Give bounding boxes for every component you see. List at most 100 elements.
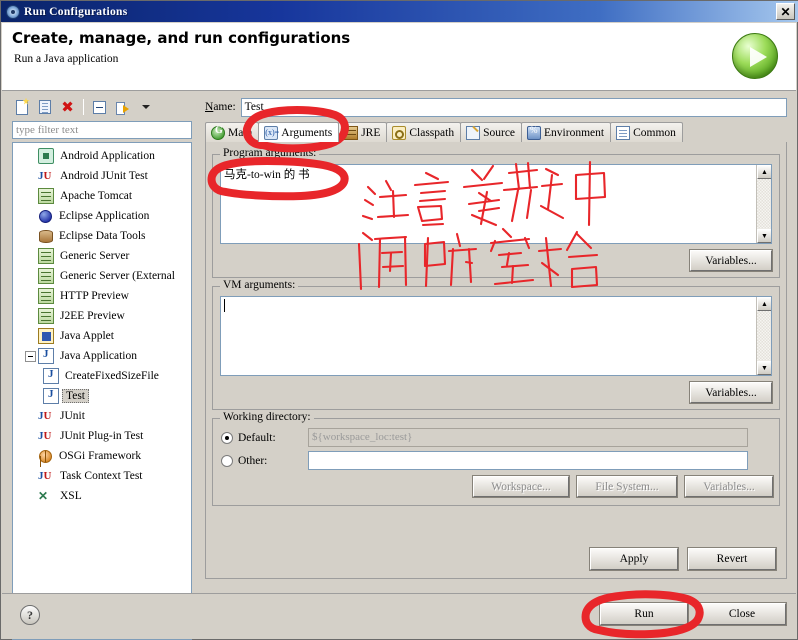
common-icon	[616, 125, 631, 140]
tree-item-generic-server-external[interactable]: Generic Server (External	[13, 266, 191, 286]
apply-button[interactable]: Apply	[589, 547, 679, 571]
tree-item-label: Android JUnit Test	[60, 170, 148, 182]
tree-item-label: Generic Server (External	[60, 270, 175, 282]
filter-input[interactable]: type filter text	[12, 121, 192, 139]
scroll-up-icon[interactable]: ▲	[757, 165, 771, 179]
working-directory-label: Working directory:	[220, 411, 314, 423]
tree-item-label: HTTP Preview	[60, 290, 129, 302]
tree-item-test[interactable]: Test	[13, 386, 191, 406]
working-directory-group: Working directory: Default: ${workspace_…	[212, 411, 780, 506]
arguments-icon: (x)=	[264, 125, 279, 140]
database-icon	[39, 230, 53, 243]
tree-expander-icon[interactable]	[25, 350, 36, 362]
program-arguments-input[interactable]: 马克-to-win 的 书 ▲ ▼	[220, 164, 772, 244]
tree-item-java-applet[interactable]: Java Applet	[13, 326, 191, 346]
tab-classpath[interactable]: Classpath	[386, 122, 462, 142]
tree-item-generic-server[interactable]: Generic Server	[13, 246, 191, 266]
run-play-icon	[732, 33, 778, 79]
eclipse-icon	[39, 210, 52, 223]
run-configurations-dialog: Run Configurations ✕ Create, manage, and…	[0, 0, 798, 640]
tab-jre[interactable]: JRE	[338, 122, 388, 142]
server-icon	[38, 268, 54, 284]
tab-common[interactable]: Common	[610, 122, 683, 142]
other-directory-input[interactable]	[308, 451, 748, 470]
tree-item-eclipse-application[interactable]: Eclipse Application	[13, 206, 191, 226]
tree-item-label: Eclipse Application	[59, 210, 150, 222]
duplicate-icon[interactable]	[34, 97, 55, 118]
close-window-button[interactable]: ✕	[776, 3, 795, 20]
collapse-all-icon[interactable]	[89, 97, 110, 118]
xsl-icon: ✕	[38, 489, 49, 503]
jfile-icon	[43, 388, 59, 404]
tree-item-task-context-test[interactable]: JU Task Context Test	[13, 466, 191, 486]
tree-item-label: Test	[62, 389, 89, 403]
vm-arguments-group: VM arguments: ▲ ▼ Variables...	[212, 279, 780, 410]
tab-label: JRE	[361, 126, 381, 139]
junit-icon: JU	[38, 470, 52, 482]
tab-arguments[interactable]: (x)= Arguments	[258, 122, 340, 142]
tab-label: Main	[228, 126, 253, 139]
program-arguments-variables-button[interactable]: Variables...	[689, 249, 773, 272]
page-subtitle: Run a Java application	[14, 53, 119, 65]
tree-item-junit-plug-in-test[interactable]: JU JUnit Plug-in Test	[13, 426, 191, 446]
tab-label: Source	[483, 126, 516, 139]
tree-item-label: CreateFixedSizeFile	[65, 370, 159, 382]
configurations-toolbar: ✖	[8, 94, 196, 120]
tab-label: Classpath	[409, 126, 455, 139]
scroll-up-icon[interactable]: ▲	[757, 297, 771, 311]
server-icon	[38, 248, 54, 264]
revert-button[interactable]: Revert	[687, 547, 777, 571]
filter-icon[interactable]	[112, 97, 133, 118]
text-caret	[224, 299, 225, 312]
delete-icon[interactable]: ✖	[57, 97, 78, 118]
other-label: Other:	[238, 454, 268, 467]
program-arguments-label: Program arguments:	[220, 147, 320, 159]
vm-arguments-input[interactable]: ▲ ▼	[220, 296, 772, 376]
tree-item-android-application[interactable]: Android Application	[13, 146, 191, 166]
tree-item-label: Generic Server	[60, 250, 130, 262]
title-bar: Run Configurations ✕	[1, 1, 798, 22]
tree-item-label: Android Application	[60, 150, 155, 162]
tab-source[interactable]: Source	[460, 122, 523, 142]
working-directory-variables-button[interactable]: Variables...	[684, 475, 774, 498]
tab-main[interactable]: Main	[205, 122, 260, 142]
vm-arguments-variables-button[interactable]: Variables...	[689, 381, 773, 404]
tree-item-osgi-framework[interactable]: OSGi Framework	[13, 446, 191, 466]
tree-item-j2ee-preview[interactable]: J2EE Preview	[13, 306, 191, 326]
help-icon[interactable]: ?	[20, 605, 40, 625]
tree-item-label: OSGi Framework	[59, 450, 142, 462]
tree-item-eclipse-data-tools[interactable]: Eclipse Data Tools	[13, 226, 191, 246]
chevron-down-icon[interactable]	[135, 97, 156, 118]
tree-item-http-preview[interactable]: HTTP Preview	[13, 286, 191, 306]
program-arguments-scrollbar[interactable]: ▲ ▼	[756, 165, 771, 243]
vm-arguments-scrollbar[interactable]: ▲ ▼	[756, 297, 771, 375]
junit-icon: JU	[38, 170, 52, 182]
run-button[interactable]: Run	[599, 602, 689, 626]
tree-item-xsl[interactable]: ✕ XSL	[13, 486, 191, 506]
tree-item-createfixedsizefile[interactable]: CreateFixedSizeFile	[13, 366, 191, 386]
apply-revert-buttons: Apply Revert	[589, 547, 777, 571]
tree-item-apache-tomcat[interactable]: Apache Tomcat	[13, 186, 191, 206]
scroll-down-icon[interactable]: ▼	[757, 229, 771, 243]
tree-item-junit[interactable]: JU JUnit	[13, 406, 191, 426]
configurations-tree[interactable]: Android Application JU Android JUnit Test A…	[12, 142, 192, 640]
junit-icon: JU	[38, 410, 52, 422]
tree-item-java-application[interactable]: Java Application	[13, 346, 191, 366]
working-directory-default-row: Default: ${workspace_loc:test}	[221, 428, 773, 447]
dialog-footer: ? Run Close	[2, 593, 796, 639]
window-title: Run Configurations	[24, 5, 128, 18]
name-input[interactable]: Test	[240, 97, 787, 117]
default-radio[interactable]	[221, 431, 233, 444]
workspace-button[interactable]: Workspace...	[472, 475, 570, 498]
tab-label: Arguments	[281, 126, 333, 139]
close-button[interactable]: Close	[697, 602, 787, 626]
tree-item-android-junit-test[interactable]: JU Android JUnit Test	[13, 166, 191, 186]
source-icon	[466, 125, 481, 140]
tab-environment[interactable]: Environment	[521, 122, 612, 142]
scroll-down-icon[interactable]: ▼	[757, 361, 771, 375]
scrollbar-track[interactable]	[757, 311, 771, 361]
file-system-button[interactable]: File System...	[576, 475, 678, 498]
other-radio[interactable]	[221, 454, 233, 467]
scrollbar-track[interactable]	[757, 179, 771, 229]
new-launch-configuration-icon[interactable]	[11, 97, 32, 118]
